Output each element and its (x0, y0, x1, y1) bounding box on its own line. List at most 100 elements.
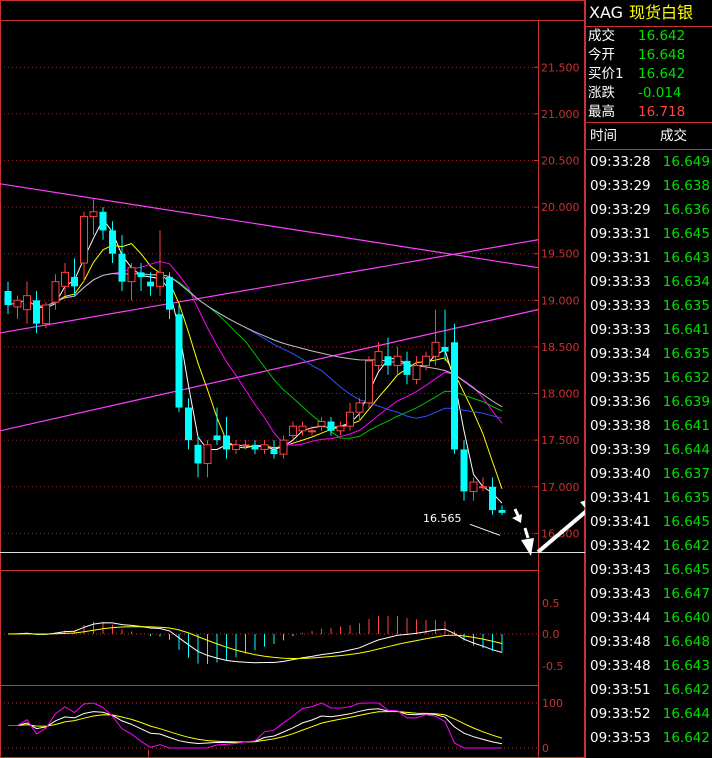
candle-body (298, 425, 307, 432)
quote-label: 涨跌 (588, 85, 615, 101)
candle-body (336, 425, 345, 432)
tick-time: 09:33:52 (590, 706, 651, 722)
tick-price: 16.637 (662, 466, 710, 482)
tick-row: 09:33:41 16.645 (586, 510, 712, 534)
tick-price: 16.645 (662, 226, 710, 242)
candle-body (4, 291, 12, 305)
ticks-header-price: 成交 (660, 128, 687, 144)
candle-body (232, 444, 240, 450)
candle-body (185, 407, 192, 441)
tick-row: 09:33:35 16.632 (586, 366, 712, 390)
candle-body (203, 444, 212, 464)
quote-label: 今开 (588, 47, 615, 63)
tick-time: 09:33:40 (590, 466, 651, 482)
tick-time: 09:33:48 (590, 634, 651, 650)
kdj-tick-label: 100 (542, 697, 563, 710)
tick-time: 09:33:41 (590, 490, 651, 506)
tick-row: 09:33:43 16.645 (586, 558, 712, 582)
quote-list: 成交 16.642 今开 16.648 买价1 16.642 涨跌 -0.014 最高 16.71… (586, 27, 712, 122)
kline-chart[interactable]: 21.500 21.000 20.500 20.000 19.500 19.000 18.5… (0, 0, 585, 758)
candle-body (469, 481, 478, 492)
y-tick-label: 19.500 (541, 248, 580, 261)
candle-body (346, 411, 354, 427)
candle-body (460, 449, 468, 492)
candle-body (451, 342, 458, 450)
quote-value: 16.718 (638, 104, 686, 120)
tick-row: 09:33:34 16.635 (586, 342, 712, 366)
y-axis-labels: 21.500 21.000 20.500 20.000 19.500 19.000 18.5… (541, 61, 580, 540)
kdj-line (8, 710, 503, 743)
kdj-line (8, 702, 502, 749)
tick-price: 16.642 (662, 538, 710, 554)
quote-label: 最高 (588, 104, 615, 120)
tick-time: 09:33:29 (590, 202, 651, 218)
tick-price: 16.638 (662, 178, 710, 194)
tick-price: 16.642 (662, 730, 710, 746)
candle-body (109, 230, 116, 254)
tick-row: 09:33:52 16.644 (586, 702, 712, 726)
tick-time: 09:33:33 (590, 274, 651, 290)
candle-body (42, 304, 50, 325)
macd-tick-label: 0.5 (542, 597, 560, 610)
tick-price: 16.635 (662, 490, 710, 506)
candle-body (80, 215, 88, 264)
tick-price: 16.649 (662, 154, 710, 170)
tick-price: 16.648 (662, 634, 710, 650)
arrow-head (521, 538, 534, 556)
tick-time: 09:33:33 (590, 298, 651, 314)
quote-panel: XAG 现货白银 成交 16.642 今开 16.648 买价1 16.642 涨跌 -0.01… (585, 0, 712, 758)
candle-body (308, 430, 316, 433)
tick-row: 09:33:39 16.644 (586, 438, 712, 462)
macd-panel: 0.5 0.0 -0.5 (0, 597, 563, 673)
candle-body (441, 346, 449, 352)
candle-body (393, 355, 402, 367)
candle-body (365, 360, 373, 404)
tick-price: 16.644 (662, 442, 710, 458)
tick-row: 09:33:38 16.641 (586, 414, 712, 438)
tick-row: 09:33:51 16.642 (586, 678, 712, 702)
y-tick-label: 21.500 (541, 61, 580, 74)
tick-row: 09:33:48 16.648 (586, 630, 712, 654)
y-tick-label: 20.500 (541, 155, 580, 168)
macd-tick-label: 0.0 (542, 628, 560, 641)
tick-time: 09:33:28 (590, 154, 651, 170)
tick-time: 09:33:39 (590, 442, 651, 458)
tick-time: 09:33:34 (590, 346, 651, 362)
quote-row: 涨跌 -0.014 (586, 84, 712, 103)
arrow-annotations (512, 500, 585, 556)
quote-row: 买价1 16.642 (586, 65, 712, 84)
candle-body (241, 444, 250, 447)
y-tick-label: 17.500 (541, 434, 580, 447)
tick-time: 09:33:31 (590, 250, 651, 266)
tick-price: 16.639 (662, 394, 710, 410)
tick-list[interactable]: 09:33:28 16.649 09:33:29 16.638 09:33:29 16.6… (586, 150, 712, 750)
ticks-header: 时间 成交 (586, 123, 712, 149)
tick-price: 16.635 (662, 346, 710, 362)
symbol-header: XAG 现货白银 (586, 0, 712, 26)
chart-grid (0, 0, 585, 758)
tick-price: 16.636 (662, 202, 710, 218)
quote-label: 买价1 (588, 66, 624, 82)
quote-value: 16.642 (638, 28, 686, 44)
candle-body (279, 439, 288, 455)
candle-body (327, 421, 335, 431)
tick-time: 09:33:31 (590, 226, 651, 242)
candle-body (479, 486, 487, 489)
tick-time: 09:33:51 (590, 682, 651, 698)
candle-body (99, 211, 107, 231)
tick-price: 16.644 (662, 706, 710, 722)
candle-body (156, 271, 164, 287)
quote-row: 今开 16.648 (586, 46, 712, 65)
tick-time: 09:33:48 (590, 658, 651, 674)
tick-price: 16.645 (662, 514, 710, 530)
candle-body (175, 314, 183, 408)
candle-body (51, 281, 60, 303)
tick-time: 09:33:33 (590, 322, 651, 338)
tick-time: 09:33:41 (590, 514, 651, 530)
kdj-tick-label: 0 (542, 742, 549, 755)
tick-price: 16.641 (662, 322, 710, 338)
candle-body (89, 211, 98, 217)
tick-row: 09:33:43 16.647 (586, 582, 712, 606)
candle-body (23, 295, 31, 311)
tick-row: 09:33:41 16.635 (586, 486, 712, 510)
